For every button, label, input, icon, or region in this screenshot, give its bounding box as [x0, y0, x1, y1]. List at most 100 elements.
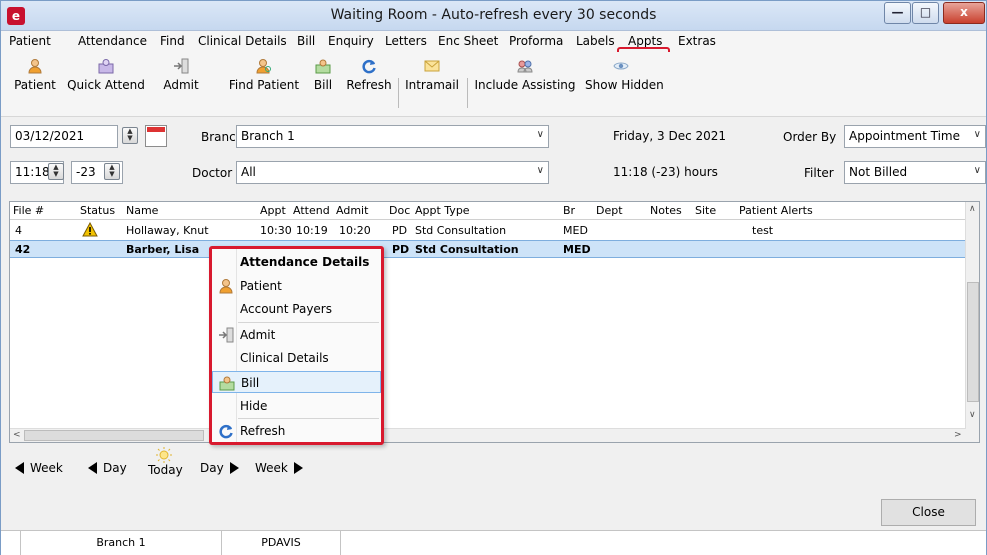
find-patient-button[interactable]: Find Patient	[224, 58, 304, 114]
show-hidden-button[interactable]: Show Hidden	[585, 58, 664, 114]
horizontal-scrollbar[interactable]: < >	[10, 428, 966, 442]
calendar-icon[interactable]	[145, 125, 167, 147]
col-appt[interactable]: Appt	[260, 204, 286, 217]
minimize-button[interactable]: —	[884, 2, 911, 24]
refresh-icon	[362, 59, 376, 74]
scroll-left-icon[interactable]: <	[13, 430, 21, 440]
admit-button[interactable]: Admit	[153, 58, 209, 114]
context-refresh[interactable]: Refresh	[212, 420, 381, 442]
scroll-right-icon[interactable]: >	[954, 430, 962, 440]
menu-appts[interactable]: Appts	[628, 34, 662, 48]
week-forward-button[interactable]: Week	[255, 461, 303, 475]
time-spinner[interactable]: ▲ ▼	[48, 163, 64, 180]
refresh-icon	[219, 424, 233, 439]
status-cell-blank	[1, 531, 21, 555]
eye-icon	[613, 62, 629, 70]
warning-icon	[82, 222, 98, 237]
col-file[interactable]: File #	[13, 204, 44, 217]
vertical-scroll-thumb[interactable]	[967, 282, 979, 402]
status-user: PDAVIS	[222, 531, 341, 555]
vertical-scrollbar[interactable]: ∧ ∨	[965, 202, 979, 442]
day-back-button[interactable]: Day	[88, 461, 127, 475]
day-forward-button[interactable]: Day	[200, 461, 239, 475]
context-clinical-details[interactable]: Clinical Details	[212, 347, 381, 369]
doctor-label: Doctor	[192, 166, 233, 180]
chevron-down-icon: ∨	[973, 129, 981, 140]
menu-enc-sheet[interactable]: Enc Sheet	[438, 34, 498, 48]
scroll-down-icon[interactable]: ∨	[969, 410, 976, 420]
col-notes[interactable]: Notes	[650, 204, 682, 217]
col-appt-type[interactable]: Appt Type	[415, 204, 470, 217]
toolbar-separator	[467, 78, 468, 108]
col-patient-alerts[interactable]: Patient Alerts	[739, 204, 813, 217]
window-title: Waiting Room - Auto-refresh every 30 sec…	[330, 7, 657, 23]
menu-bill[interactable]: Bill	[297, 34, 315, 48]
date-spinner[interactable]: ▲ ▼	[122, 127, 138, 144]
status-bar: Branch 1 PDAVIS	[1, 530, 986, 555]
arrow-left-icon	[15, 462, 24, 474]
order-by-select[interactable]: Appointment Time ∨	[844, 125, 986, 148]
sun-icon	[156, 447, 172, 463]
quick-attend-icon	[98, 59, 114, 74]
close-window-button[interactable]: x	[943, 2, 985, 24]
time-status: 11:18 (-23) hours	[613, 165, 718, 179]
admit-icon	[219, 327, 234, 343]
title-bar: e Waiting Room - Auto-refresh every 30 s…	[1, 1, 986, 31]
col-status[interactable]: Status	[80, 204, 115, 217]
include-assisting-button[interactable]: Include Assisting	[473, 58, 577, 114]
menu-proforma[interactable]: Proforma	[509, 34, 563, 48]
branch-select[interactable]: Branch 1 ∨	[236, 125, 549, 148]
patient-icon	[219, 279, 233, 294]
context-patient[interactable]: Patient	[212, 275, 381, 297]
menu-clinical-details[interactable]: Clinical Details	[198, 34, 287, 48]
find-patient-icon	[256, 59, 271, 74]
col-site[interactable]: Site	[695, 204, 716, 217]
date-display: Friday, 3 Dec 2021	[613, 129, 727, 143]
close-button[interactable]: Close	[881, 499, 976, 526]
doctor-select[interactable]: All ∨	[236, 161, 549, 184]
horizontal-scroll-thumb[interactable]	[24, 430, 204, 441]
chevron-down-icon: ∨	[536, 165, 544, 176]
bill-button[interactable]: Bill	[306, 58, 340, 114]
order-by-label: Order By	[783, 130, 837, 144]
col-name[interactable]: Name	[126, 204, 158, 217]
today-button[interactable]: Today	[148, 447, 183, 477]
menu-enquiry[interactable]: Enquiry	[328, 34, 374, 48]
table-row[interactable]: 4 Hollaway, Knut 10:30 10:19 10:20 PD St…	[10, 221, 966, 239]
context-account-payers[interactable]: Account Payers	[212, 298, 381, 320]
status-branch: Branch 1	[21, 531, 222, 555]
col-doc[interactable]: Doc	[389, 204, 410, 217]
week-back-button[interactable]: Week	[15, 461, 63, 475]
patient-button[interactable]: Patient	[7, 58, 63, 114]
refresh-button[interactable]: Refresh	[345, 58, 393, 114]
mail-icon	[424, 60, 440, 72]
date-input[interactable]: 03/12/2021	[10, 125, 118, 148]
menu-letters[interactable]: Letters	[385, 34, 427, 48]
filter-panel: 03/12/2021 ▲ ▼ Branch Branch 1 ∨ Friday, …	[10, 119, 987, 195]
context-attendance-details[interactable]: Attendance Details	[212, 251, 381, 273]
menu-labels[interactable]: Labels	[576, 34, 615, 48]
menu-attendance[interactable]: Attendance	[78, 34, 147, 48]
context-hide[interactable]: Hide	[212, 395, 381, 417]
filter-select[interactable]: Not Billed ∨	[844, 161, 986, 184]
offset-spinner[interactable]: ▲ ▼	[104, 163, 120, 180]
col-admit[interactable]: Admit	[336, 204, 368, 217]
menu-bar: Patient Attendance Find Clinical Details…	[1, 31, 986, 52]
filter-label: Filter	[804, 166, 834, 180]
waiting-room-window: e Waiting Room - Auto-refresh every 30 s…	[0, 0, 987, 555]
context-admit[interactable]: Admit	[212, 324, 381, 346]
maximize-button[interactable]: □	[912, 2, 939, 24]
menu-find[interactable]: Find	[160, 34, 185, 48]
table-row-selected[interactable]: 42 Barber, Lisa PD Std Consultation MED	[10, 240, 966, 258]
scroll-up-icon[interactable]: ∧	[969, 204, 976, 214]
context-bill[interactable]: Bill	[212, 371, 381, 393]
col-br[interactable]: Br	[563, 204, 575, 217]
intramail-button[interactable]: Intramail	[403, 58, 461, 114]
col-attend[interactable]: Attend	[293, 204, 330, 217]
arrow-right-icon	[293, 462, 303, 474]
bill-icon	[315, 59, 331, 74]
menu-patient[interactable]: Patient	[9, 34, 51, 48]
quick-attend-button[interactable]: Quick Attend	[65, 58, 147, 114]
col-dept[interactable]: Dept	[596, 204, 623, 217]
menu-extras[interactable]: Extras	[678, 34, 716, 48]
